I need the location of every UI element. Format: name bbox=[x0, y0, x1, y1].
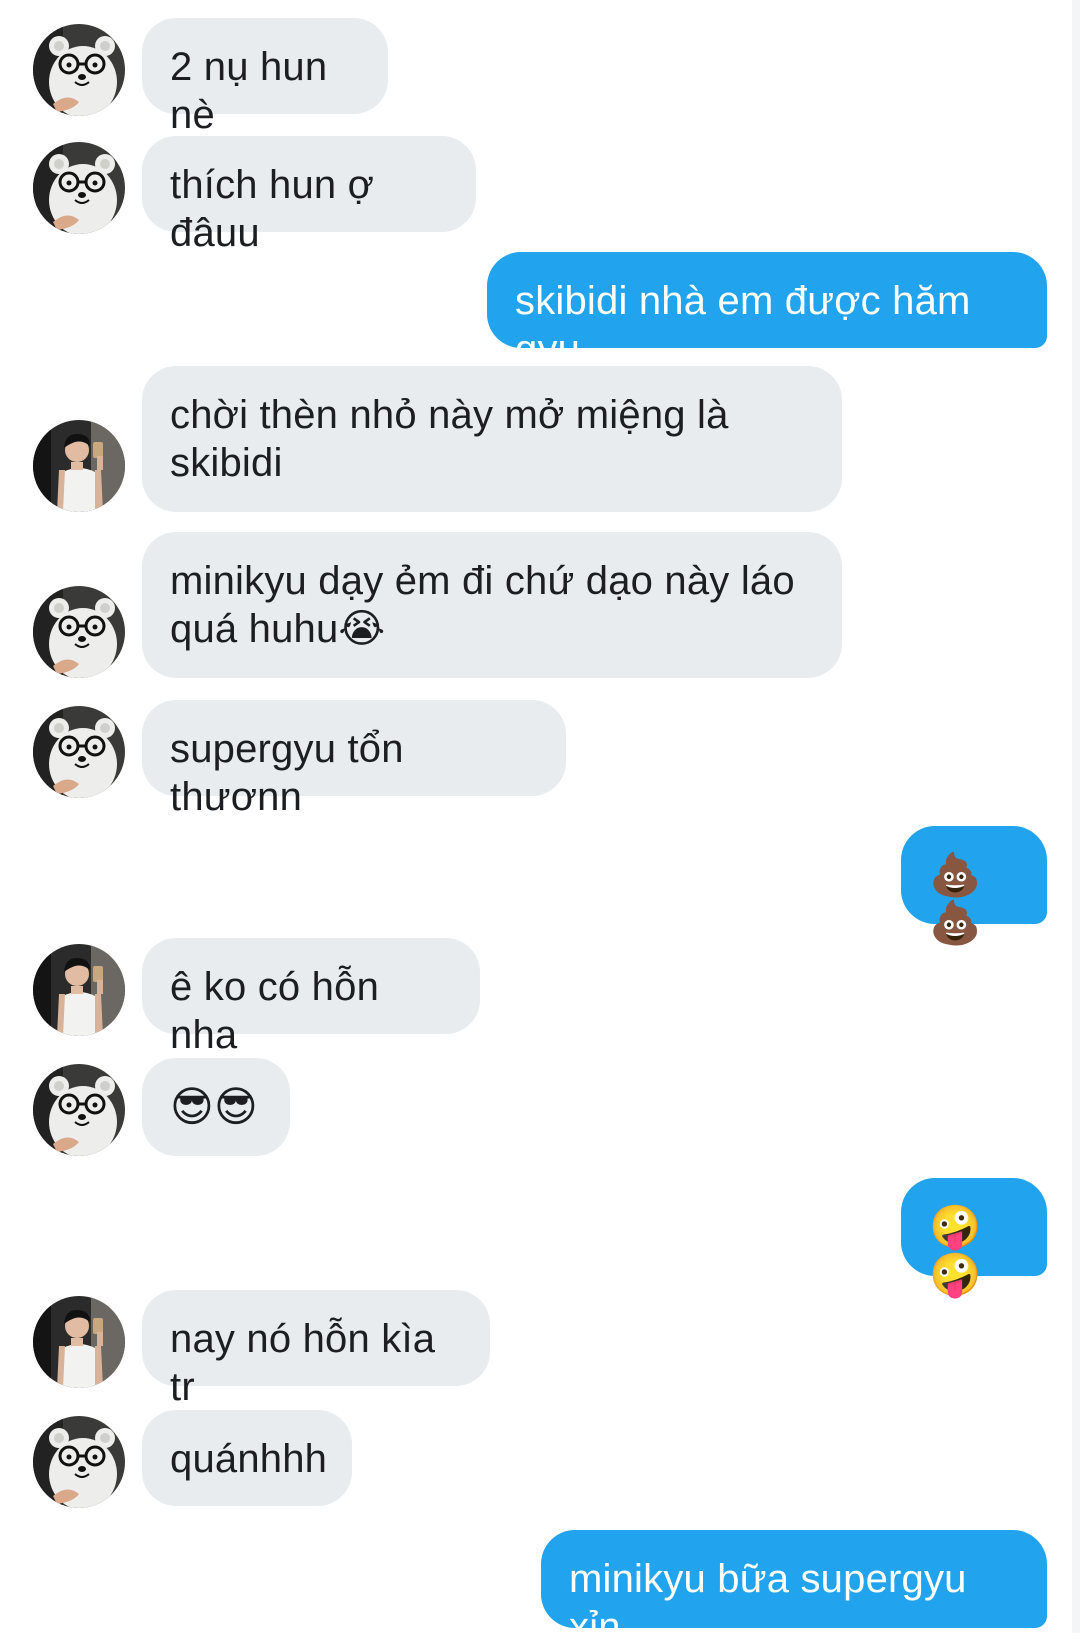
boy-avatar-icon[interactable] bbox=[33, 1296, 125, 1388]
message-bubble[interactable]: 🤪🤪 bbox=[901, 1178, 1047, 1298]
message-bubble[interactable]: thích hun ợ đâuu bbox=[142, 136, 476, 255]
message-row: 2 nụ hun nè bbox=[0, 18, 1080, 137]
boy-avatar-icon[interactable] bbox=[33, 944, 125, 1036]
message-row: ê ko có hỗn nha bbox=[0, 938, 1080, 1057]
boy-avatar-icon[interactable] bbox=[33, 420, 125, 512]
message-row: chời thèn nhỏ này mở miệng là skibidi bbox=[0, 366, 1080, 516]
message-bubble[interactable]: ê ko có hỗn nha bbox=[142, 938, 480, 1057]
bear-avatar-icon[interactable] bbox=[33, 1064, 125, 1156]
message-row: 💩💩 bbox=[0, 826, 1080, 946]
message-row: 🤪🤪 bbox=[0, 1178, 1080, 1298]
message-row: minikyu dạy ẻm đi chứ dạo này láo quá hu… bbox=[0, 532, 1080, 682]
message-bubble[interactable]: nay nó hỗn kìa tr bbox=[142, 1290, 490, 1409]
message-bubble[interactable]: minikyu dạy ẻm đi chứ dạo này láo quá hu… bbox=[142, 532, 842, 678]
message-bubble[interactable]: skibidi nhà em được hăm gyu bbox=[487, 252, 1047, 371]
message-row: minikyu bữa supergyu xỉn bbox=[0, 1530, 1080, 1649]
message-bubble[interactable]: minikyu bữa supergyu xỉn bbox=[541, 1530, 1047, 1649]
message-bubble[interactable]: 😎😎 bbox=[142, 1058, 290, 1156]
message-bubble[interactable]: chời thèn nhỏ này mở miệng là skibidi bbox=[142, 366, 842, 512]
message-row: 😎😎 bbox=[0, 1058, 1080, 1158]
bear-avatar-icon[interactable] bbox=[33, 586, 125, 678]
message-row: nay nó hỗn kìa tr bbox=[0, 1290, 1080, 1409]
bear-avatar-icon[interactable] bbox=[33, 142, 125, 234]
message-bubble[interactable]: 2 nụ hun nè bbox=[142, 18, 388, 137]
message-row: quánhhh bbox=[0, 1410, 1080, 1510]
message-bubble[interactable]: quánhhh bbox=[142, 1410, 352, 1506]
message-row: supergyu tổn thươnn bbox=[0, 700, 1080, 819]
message-row: thích hun ợ đâuu bbox=[0, 136, 1080, 255]
message-row: skibidi nhà em được hăm gyu bbox=[0, 252, 1080, 371]
bear-avatar-icon[interactable] bbox=[33, 1416, 125, 1508]
bear-avatar-icon[interactable] bbox=[33, 24, 125, 116]
bear-avatar-icon[interactable] bbox=[33, 706, 125, 798]
message-bubble[interactable]: 💩💩 bbox=[901, 826, 1047, 946]
message-bubble[interactable]: supergyu tổn thươnn bbox=[142, 700, 566, 819]
